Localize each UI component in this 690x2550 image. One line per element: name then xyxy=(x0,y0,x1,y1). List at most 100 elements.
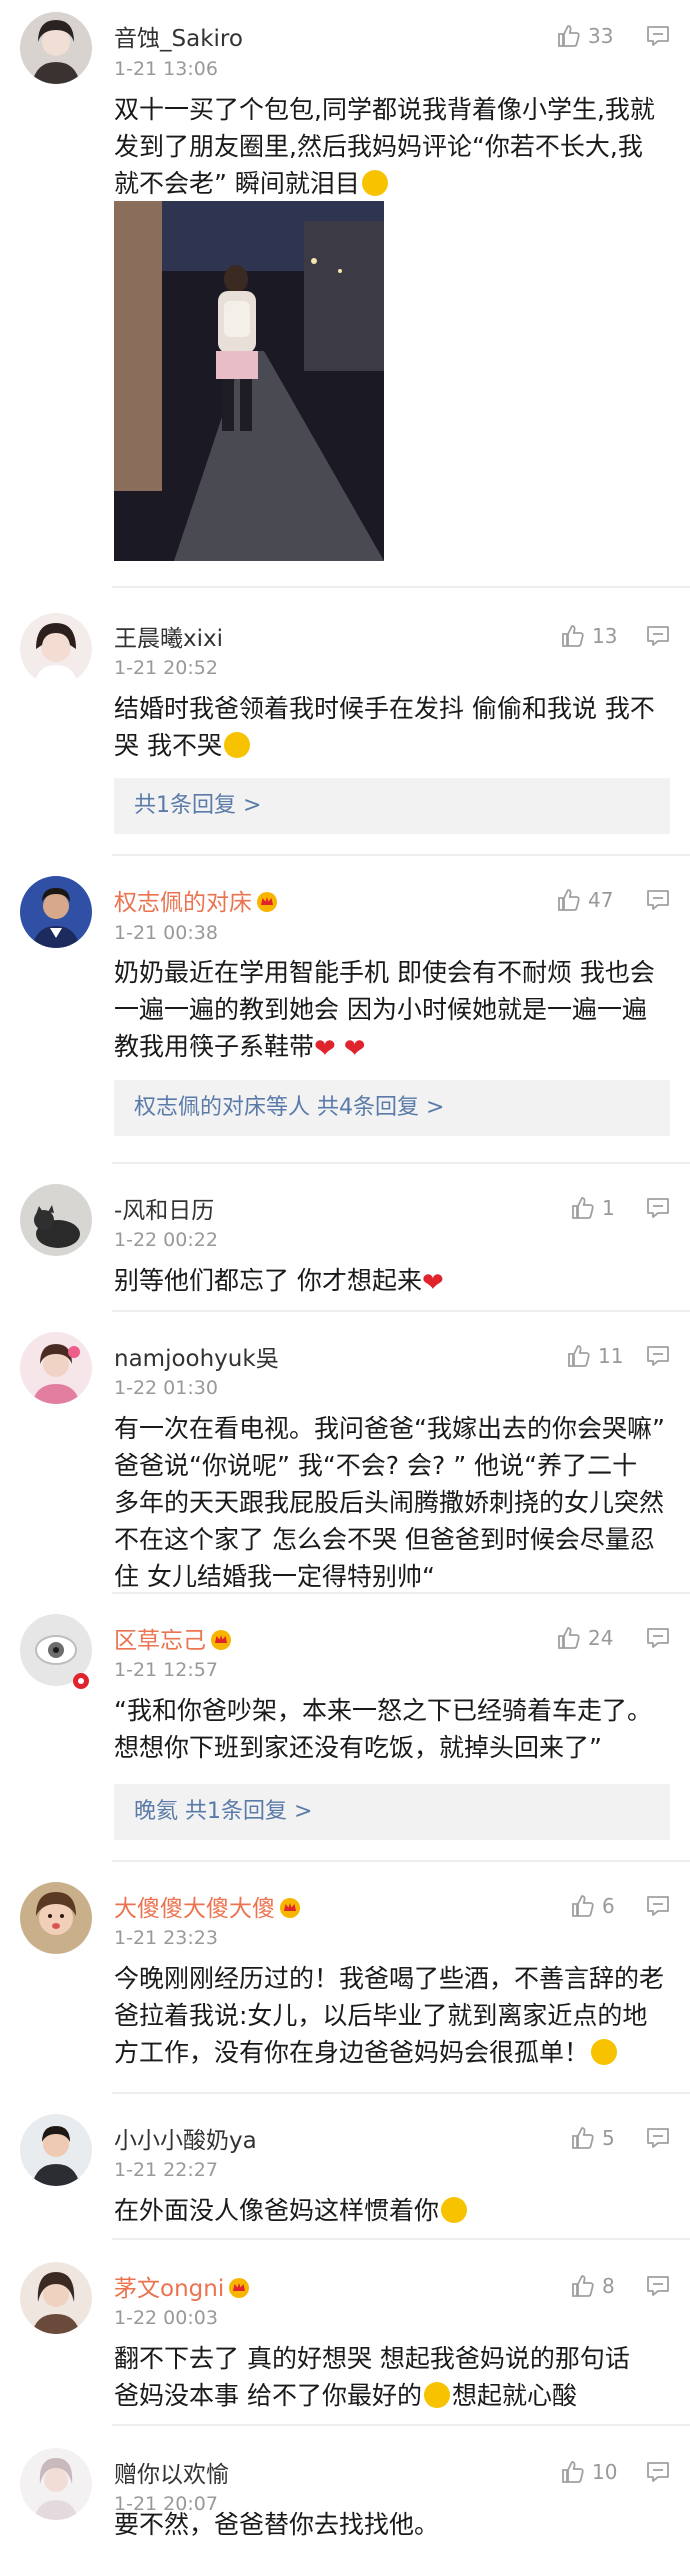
username[interactable]: -风和日历 xyxy=(114,1191,214,1225)
username[interactable]: 小小小酸奶ya xyxy=(114,2121,257,2155)
like-count: 11 xyxy=(598,1344,624,1368)
comment-item: 区草忘己 1-21 12:57 24 “我和你爸吵架，本来一怒之下已经骑着车走了… xyxy=(0,1594,690,1862)
comment-item: 音蚀_Sakiro 1-21 13:06 33 双十一买了个包包,同学都说我背着… xyxy=(0,0,690,588)
comment-text: “我和你爸吵架，本来一怒之下已经骑着车走了。 想想你下班到家还没有吃饭，就掉头回… xyxy=(114,1696,652,1762)
member-crown-icon xyxy=(228,2277,250,2299)
username[interactable]: 区草忘己 xyxy=(114,1621,232,1655)
member-crown-icon xyxy=(210,1629,232,1651)
username[interactable]: namjoohyuk吳 xyxy=(114,1339,279,1373)
comment-item: -风和日历 1-22 00:22 1 别等他们都忘了 你才想起来❤ xyxy=(0,1164,690,1312)
hug-emoji-icon xyxy=(441,2197,468,2223)
member-crown-icon xyxy=(279,1897,301,1919)
username[interactable]: 权志佩的对床 xyxy=(114,883,278,917)
comment-item: 小小小酸奶ya 1-21 22:27 5 在外面没人像爸妈这样惯着你 xyxy=(0,2094,690,2240)
comment-bubble-icon[interactable] xyxy=(645,23,671,49)
comment-bubble-icon[interactable] xyxy=(645,623,671,649)
like-count: 47 xyxy=(588,888,614,912)
comment-bubble-icon[interactable] xyxy=(645,887,671,913)
like-button[interactable]: 24 xyxy=(556,1623,613,1653)
avatar[interactable] xyxy=(20,2448,92,2520)
like-count: 33 xyxy=(588,24,614,48)
username[interactable]: 王晨曦xixi xyxy=(114,619,223,653)
comment-text: 结婚时我爸领着我时候手在发抖 偷偷和我说 我不 哭 我不哭 xyxy=(114,694,655,760)
avatar[interactable] xyxy=(20,2262,92,2334)
comment-bubble-icon[interactable] xyxy=(645,1343,671,1369)
username[interactable]: 赠你以欢愉 xyxy=(114,2455,229,2489)
like-count: 24 xyxy=(588,1626,614,1650)
heart-icon: ❤ xyxy=(343,1034,366,1064)
comment-time: 1-21 00:38 xyxy=(114,922,218,944)
like-button[interactable]: 8 xyxy=(570,2271,615,2301)
comment-text: 在外面没人像爸妈这样惯着你 xyxy=(114,2192,674,2229)
like-button[interactable]: 47 xyxy=(556,885,613,915)
thumbs-up-icon xyxy=(560,623,586,649)
comment-time: 1-22 00:03 xyxy=(114,2307,218,2329)
comment-time: 1-22 01:30 xyxy=(114,1377,218,1399)
crying-emoji-icon xyxy=(591,2039,618,2065)
like-button[interactable]: 5 xyxy=(570,2123,615,2153)
comment-time: 1-21 20:52 xyxy=(114,657,218,679)
thumbs-up-icon xyxy=(556,887,582,913)
comment-bubble-icon[interactable] xyxy=(645,2273,671,2299)
heart-icon: ❤ xyxy=(421,1268,444,1298)
comment-item: 赠你以欢愉 1-21 20:07 10 要不然，爸爸替你去找找他。 xyxy=(0,2426,690,2550)
thumbs-up-icon xyxy=(560,2459,586,2485)
comment-bubble-icon[interactable] xyxy=(645,1195,671,1221)
like-button[interactable]: 11 xyxy=(566,1341,623,1371)
avatar[interactable] xyxy=(20,876,92,948)
comment-time: 1-21 12:57 xyxy=(114,1659,218,1681)
comment-text: 有一次在看电视。我问爸爸“我嫁出去的你会哭嘛” 爸爸说“你说呢” 我“不会? 会… xyxy=(114,1414,665,1591)
comment-bubble-icon[interactable] xyxy=(645,1625,671,1651)
thumbs-up-icon xyxy=(556,23,582,49)
location-badge-icon xyxy=(73,1673,89,1689)
like-count: 1 xyxy=(602,1196,615,1220)
thumbs-up-icon xyxy=(570,1195,596,1221)
comment-time: 1-21 23:23 xyxy=(114,1927,218,1949)
like-count: 13 xyxy=(592,624,618,648)
like-count: 6 xyxy=(602,1894,615,1918)
view-replies-link[interactable]: 共1条回复 > xyxy=(114,778,670,834)
comment-item: 茅文ongni 1-22 00:03 8 翻不下去了 真的好想哭 想起我爸妈说的… xyxy=(0,2240,690,2426)
comment-text: 双十一买了个包包,同学都说我背着像小学生,我就 发到了朋友圈里,然后我妈妈评论“… xyxy=(114,95,655,198)
comment-image[interactable] xyxy=(114,201,384,561)
avatar[interactable] xyxy=(20,1332,92,1404)
comment-time: 1-21 22:27 xyxy=(114,2159,218,2181)
comment-bubble-icon[interactable] xyxy=(645,1893,671,1919)
like-button[interactable]: 33 xyxy=(556,21,613,51)
comment-time: 1-21 13:06 xyxy=(114,58,218,80)
avatar[interactable] xyxy=(20,1882,92,1954)
avatar[interactable] xyxy=(20,1184,92,1256)
avatar[interactable] xyxy=(20,2114,92,2186)
username[interactable]: 茅文ongni xyxy=(114,2269,250,2303)
like-button[interactable]: 13 xyxy=(560,621,617,651)
view-replies-link[interactable]: 晚氦 共1条回复 > xyxy=(114,1784,670,1840)
thumbs-up-icon xyxy=(570,1893,596,1919)
like-button[interactable]: 6 xyxy=(570,1891,615,1921)
like-count: 5 xyxy=(602,2126,615,2150)
comment-item: 权志佩的对床 1-21 00:38 47 奶奶最近在学用智能手机 即使会有不耐烦… xyxy=(0,856,690,1164)
comment-text: 今晚刚刚经历过的！我爸喝了些酒，不善言辞的老 爸拉着我说:女儿，以后毕业了就到离… xyxy=(114,1964,665,2067)
comment-item: 大傻傻大傻大傻 1-21 23:23 6 今晚刚刚经历过的！我爸喝了些酒，不善言… xyxy=(0,1862,690,2094)
thumbs-up-icon xyxy=(570,2125,596,2151)
avatar[interactable] xyxy=(20,12,92,84)
thumbs-up-icon xyxy=(566,1343,592,1369)
crying-emoji-icon xyxy=(361,170,388,196)
like-button[interactable]: 1 xyxy=(570,1193,615,1223)
avatar[interactable] xyxy=(20,613,92,685)
comment-text: 奶奶最近在学用智能手机 即使会有不耐烦 我也会 一遍一遍的教到她会 因为小时候她… xyxy=(114,958,655,1064)
comment-bubble-icon[interactable] xyxy=(645,2459,671,2485)
comment-item: 王晨曦xixi 1-21 20:52 13 结婚时我爸领着我时候手在发抖 偷偷和… xyxy=(0,588,690,856)
like-button[interactable]: 10 xyxy=(560,2457,617,2487)
view-replies-link[interactable]: 权志佩的对床等人 共4条回复 > xyxy=(114,1080,670,1136)
comment-text: 别等他们都忘了 你才想起来❤ xyxy=(114,1266,444,1298)
like-count: 10 xyxy=(592,2460,618,2484)
username[interactable]: 大傻傻大傻大傻 xyxy=(114,1889,301,1923)
comment-text: 要不然，爸爸替你去找找他。 xyxy=(114,2510,440,2539)
comment-text: 翻不下去了 真的好想哭 想起我爸妈说的那句话 爸妈没本事 给不了你最好的 想起就心… xyxy=(114,2344,630,2410)
like-count: 8 xyxy=(602,2274,615,2298)
heart-icon: ❤ xyxy=(314,1034,336,1064)
shushing-emoji-icon xyxy=(223,732,250,758)
thumbs-up-icon xyxy=(570,2273,596,2299)
username[interactable]: 音蚀_Sakiro xyxy=(114,19,243,53)
comment-bubble-icon[interactable] xyxy=(645,2125,671,2151)
